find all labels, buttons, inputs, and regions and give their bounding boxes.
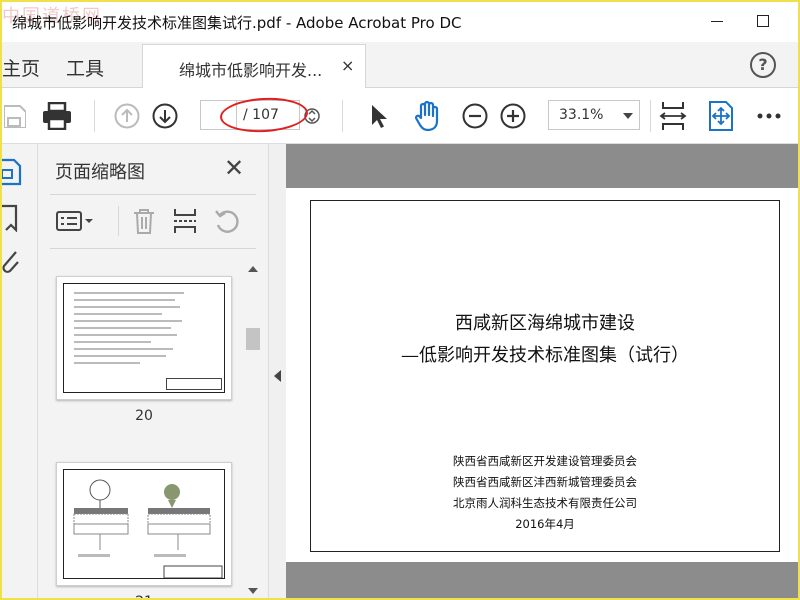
zoom-level-value: 33.1% — [559, 107, 604, 123]
acrobat-window: 中国道桥网 绵城市低影响开发技术标准图集试行.pdf - Adobe Acrob… — [2, 2, 798, 598]
chevron-down-icon — [623, 113, 633, 119]
document-title-line2: —低影响开发技术标准图集（试行） — [401, 345, 689, 366]
select-tool-icon[interactable] — [364, 100, 394, 132]
thumbnail-text-lines — [74, 292, 184, 369]
window-title: 绵城市低影响开发技术标准图集试行.pdf - Adobe Acrobat Pro… — [12, 14, 462, 32]
maximize-button[interactable] — [748, 8, 778, 34]
tab-document[interactable]: 绵城市低影响开发... × — [142, 44, 366, 88]
fit-page-icon[interactable] — [656, 100, 690, 132]
bookmarks-icon[interactable] — [2, 204, 20, 232]
document-view[interactable]: 西咸新区海绵城市建设 —低影响开发技术标准图集（试行） 陕西省西咸新区开发建设管… — [286, 144, 798, 598]
scrollbar-thumb[interactable] — [246, 328, 260, 350]
panel-divider — [50, 248, 256, 249]
tab-bar: 主页 工具 绵城市低影响开发... × ? — [2, 42, 798, 88]
maximize-icon — [757, 15, 769, 27]
minimize-button[interactable] — [702, 8, 732, 34]
page-thumbnail[interactable] — [56, 462, 232, 586]
document-page: 西咸新区海绵城市建设 —低影响开发技术标准图集（试行） 陕西省西咸新区开发建设管… — [286, 188, 798, 562]
more-icon[interactable] — [754, 100, 784, 132]
panel-divider — [50, 194, 256, 195]
insert-page-icon[interactable] — [172, 206, 198, 236]
thumbnail-drawing — [73, 479, 223, 578]
thumbnail-options-button[interactable] — [56, 206, 96, 236]
tab-tools[interactable]: 工具 — [66, 54, 104, 81]
document-title-line1: 西咸新区海绵城市建设 — [455, 313, 635, 334]
toolbar: / 107 33.1% — [2, 88, 798, 144]
pane-splitter[interactable] — [268, 144, 286, 598]
attachments-icon[interactable] — [2, 248, 22, 276]
close-icon[interactable]: ✕ — [224, 154, 244, 182]
scroll-down-icon[interactable] — [248, 588, 258, 594]
zoom-out-icon[interactable] — [460, 100, 490, 132]
scroll-up-icon[interactable] — [248, 266, 258, 272]
panel-title: 页面缩略图 — [55, 162, 145, 183]
panel-tool-separator — [118, 206, 119, 236]
next-page-icon[interactable] — [150, 100, 180, 132]
thumbnail-page-number: 21 — [56, 594, 232, 598]
page-thumbnail[interactable] — [56, 276, 232, 400]
toolbar-separator — [342, 100, 343, 132]
toolbar-separator — [94, 100, 95, 132]
previous-page-icon[interactable] — [112, 100, 142, 132]
print-icon[interactable] — [40, 100, 74, 132]
delete-page-icon[interactable] — [132, 206, 156, 236]
organization-line: 陕西省西咸新区开发建设管理委员会 — [453, 454, 637, 468]
thumbnail-page-content — [63, 469, 225, 579]
organization-line: 陕西省西咸新区沣西新城管理委员会 — [453, 475, 637, 489]
document-date: 2016年4月 — [515, 517, 575, 531]
close-tab-icon[interactable]: × — [341, 56, 354, 75]
page-thumbnails-icon[interactable] — [2, 158, 24, 186]
toolbar-separator — [650, 100, 651, 132]
zoom-level-select[interactable]: 33.1% — [548, 100, 640, 130]
minimize-icon — [711, 20, 723, 22]
navigation-pane-strip — [2, 144, 38, 598]
scroll-mode-icon[interactable] — [704, 100, 738, 132]
collapse-panel-icon[interactable] — [274, 370, 281, 382]
zoom-in-icon[interactable] — [498, 100, 528, 132]
page-border: 西咸新区海绵城市建设 —低影响开发技术标准图集（试行） 陕西省西咸新区开发建设管… — [310, 200, 780, 552]
thumbnail-title-block — [166, 378, 222, 390]
rotate-page-icon[interactable] — [214, 206, 240, 236]
organization-line: 北京雨人润科生态技术有限责任公司 — [453, 496, 637, 510]
tab-home[interactable]: 主页 — [2, 54, 40, 81]
help-icon[interactable]: ? — [750, 52, 776, 78]
thumbnail-page-content — [63, 283, 225, 393]
save-icon[interactable] — [2, 100, 28, 132]
thumbnail-scrollbar[interactable] — [244, 262, 262, 598]
hand-tool-icon[interactable] — [410, 100, 444, 132]
thumbnail-panel: 页面缩略图 ✕ 20 — [38, 144, 268, 598]
thumbnail-page-number: 20 — [135, 408, 153, 424]
document-tab-label: 绵城市低影响开发... — [179, 61, 323, 80]
title-bar: 中国道桥网 绵城市低影响开发技术标准图集试行.pdf - Adobe Acrob… — [2, 2, 798, 42]
